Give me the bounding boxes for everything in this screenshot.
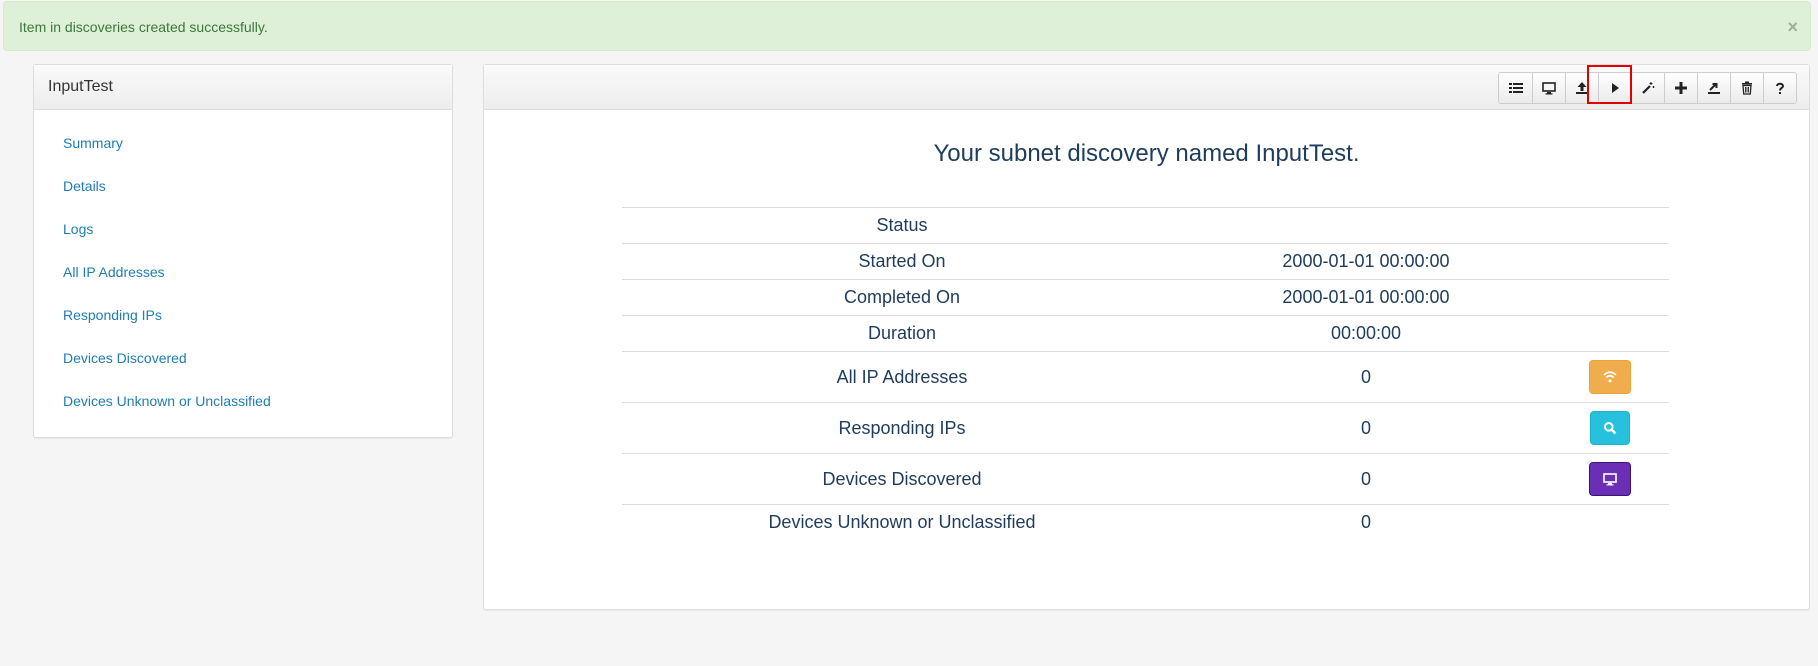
row-value: 2000-01-01 00:00:00 <box>1182 279 1550 316</box>
row-label: Devices Unknown or Unclassified <box>622 504 1182 540</box>
table-row: Completed On 2000-01-01 00:00:00 <box>622 279 1669 316</box>
wifi-icon <box>1602 371 1617 383</box>
sidebar-item-label[interactable]: Devices Discovered <box>63 350 187 366</box>
sidebar-panel: InputTest Summary Details Logs All IP Ad… <box>33 64 453 438</box>
sidebar-item-responding-ips[interactable]: Responding IPs <box>34 294 452 337</box>
row-value <box>1182 207 1550 244</box>
list-icon <box>1508 83 1523 93</box>
row-label: All IP Addresses <box>622 351 1182 403</box>
main-panel: Your subnet discovery named InputTest. S… <box>483 64 1810 610</box>
table-row: Devices Discovered 0 <box>622 453 1669 505</box>
help-button[interactable] <box>1763 73 1796 103</box>
export-icon <box>1708 83 1720 94</box>
plus-icon <box>1675 82 1687 94</box>
table-row: Status <box>622 207 1669 244</box>
discovery-summary-table: Status Started On 2000-01-01 00:00:00 Co… <box>622 207 1669 540</box>
sidebar-item-label[interactable]: All IP Addresses <box>63 264 165 280</box>
row-value: 0 <box>1182 453 1550 505</box>
close-icon[interactable]: × <box>1787 2 1798 52</box>
sidebar-item-label[interactable]: Devices Unknown or Unclassified <box>63 393 271 409</box>
sidebar-item-details[interactable]: Details <box>34 165 452 208</box>
row-label: Devices Discovered <box>622 453 1182 505</box>
sidebar-item-logs[interactable]: Logs <box>34 208 452 251</box>
play-icon <box>1612 83 1619 93</box>
page-title: Your subnet discovery named InputTest. <box>933 140 1360 167</box>
row-label: Status <box>622 207 1182 244</box>
trash-icon <box>1742 81 1752 95</box>
delete-button[interactable] <box>1730 73 1763 103</box>
export-button[interactable] <box>1697 73 1730 103</box>
success-alert: Item in discoveries created successfully… <box>3 1 1811 51</box>
table-row: Duration 00:00:00 <box>622 315 1669 352</box>
all-ip-addresses-button[interactable] <box>1588 360 1631 394</box>
monitor-icon <box>1602 473 1617 486</box>
devices-discovered-button[interactable] <box>1588 462 1631 496</box>
wizard-button[interactable] <box>1631 73 1664 103</box>
table-row: All IP Addresses 0 <box>622 351 1669 403</box>
row-value: 00:00:00 <box>1182 315 1550 352</box>
row-label: Duration <box>622 315 1182 352</box>
sidebar-item-all-ip-addresses[interactable]: All IP Addresses <box>34 251 452 294</box>
alert-message: Item in discoveries created successfully… <box>19 19 268 35</box>
row-label: Completed On <box>622 279 1182 316</box>
help-icon <box>1776 82 1785 94</box>
responding-ips-button[interactable] <box>1589 411 1630 445</box>
monitor-icon <box>1542 82 1556 95</box>
sidebar-item-label[interactable]: Logs <box>63 221 93 237</box>
table-row: Started On 2000-01-01 00:00:00 <box>622 243 1669 280</box>
row-label: Started On <box>622 243 1182 280</box>
row-value: 0 <box>1182 402 1550 454</box>
monitor-button[interactable] <box>1532 73 1565 103</box>
table-row: Responding IPs 0 <box>622 402 1669 454</box>
sidebar-menu: Summary Details Logs All IP Addresses Re… <box>34 110 452 423</box>
row-value: 2000-01-01 00:00:00 <box>1182 243 1550 280</box>
upload-button[interactable] <box>1565 73 1598 103</box>
sidebar-item-devices-discovered[interactable]: Devices Discovered <box>34 337 452 380</box>
sidebar-item-devices-unknown[interactable]: Devices Unknown or Unclassified <box>34 380 452 423</box>
table-row: Devices Unknown or Unclassified 0 <box>622 504 1669 540</box>
main-panel-heading <box>484 65 1809 110</box>
sidebar-item-label[interactable]: Responding IPs <box>63 307 162 323</box>
search-icon <box>1603 422 1616 435</box>
row-value: 0 <box>1182 504 1550 540</box>
list-button[interactable] <box>1499 73 1532 103</box>
row-label: Responding IPs <box>622 402 1182 454</box>
sidebar-title: InputTest <box>34 65 452 110</box>
sidebar-item-label[interactable]: Details <box>63 178 106 194</box>
run-button[interactable] <box>1598 73 1631 103</box>
row-value: 0 <box>1182 351 1550 403</box>
sidebar-item-summary[interactable]: Summary <box>34 122 452 165</box>
toolbar <box>1498 72 1797 104</box>
magic-wand-icon <box>1642 82 1655 94</box>
sidebar-item-label[interactable]: Summary <box>63 135 123 151</box>
upload-icon <box>1576 82 1588 94</box>
add-button[interactable] <box>1664 73 1697 103</box>
